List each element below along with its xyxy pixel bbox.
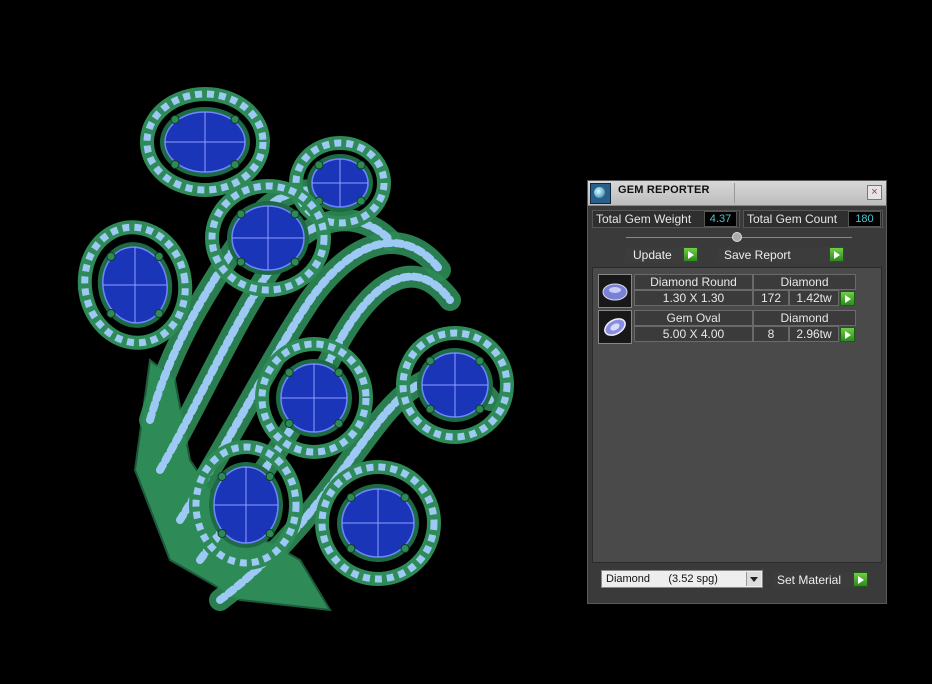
oval-gem-thumbnail [598,310,632,344]
save-report-button[interactable]: Save Report [717,247,845,263]
prong [265,472,275,481]
3d-viewport[interactable] [0,0,580,679]
gem-material-cell: Diamond [753,310,856,326]
prong [284,419,294,428]
prong [290,257,300,267]
prong [170,160,180,169]
titlebar-divider [734,183,735,203]
prong [217,472,227,481]
gem-weight-cell: 1.42tw [789,290,839,306]
gem-reporter-icon [590,183,611,204]
slider-handle[interactable] [732,232,742,242]
set-material-button[interactable]: Set Material [773,572,869,588]
save-report-button-label: Save Report [724,248,791,262]
select-gems-icon[interactable] [840,291,855,306]
prong [236,209,246,219]
set-material-go-icon[interactable] [853,572,868,587]
set-material-button-label: Set Material [777,573,842,587]
prong [400,544,410,553]
prong [106,252,116,261]
close-icon[interactable]: × [867,185,882,200]
gem-shape-cell: Diamond Round [634,274,753,290]
gem-reporter-panel: GEM REPORTER × Total Gem Weight 4.37 Tot… [587,180,887,604]
prong [475,356,485,366]
jewelry-model[interactable] [0,0,580,679]
update-button[interactable]: Update [625,247,699,263]
prong [425,404,435,414]
prong [334,368,344,377]
prong [356,196,366,206]
gem-weight-cell: 2.96tw [789,326,839,342]
total-weight-label: Total Gem Weight [596,212,692,226]
oval-gem-icon [604,318,626,336]
prong [284,368,294,377]
total-count-label: Total Gem Count [747,212,838,226]
prong [154,309,164,318]
prong [356,160,366,170]
prong [230,115,240,124]
gem-count-cell: 172 [753,290,789,306]
prong [106,309,116,318]
gem-size-cell: 1.30 X 1.30 [634,290,753,306]
gem-row[interactable]: Diamond Round Diamond 1.30 X 1.30 172 1.… [598,274,856,308]
chevron-down-icon[interactable] [746,572,761,586]
panel-title: GEM REPORTER [618,184,710,196]
gem-size-cell: 5.00 X 4.00 [634,326,753,342]
gem-material-cell: Diamond [753,274,856,290]
total-count-value: 180 [848,211,881,227]
prong [170,115,180,124]
prong [346,544,356,553]
round-gem-icon [602,283,628,301]
gem-row[interactable]: Gem Oval Diamond 5.00 X 4.00 8 2.96tw [598,310,856,344]
prong [217,529,227,538]
prong [154,252,164,261]
save-report-go-icon[interactable] [829,247,844,262]
gem-shape-cell: Gem Oval [634,310,753,326]
gem-count-cell: 8 [753,326,789,342]
round-gem-thumbnail [598,274,632,308]
prong [346,493,356,502]
prong [475,404,485,414]
select-gems-icon[interactable] [840,327,855,342]
update-button-label: Update [633,248,672,262]
panel-titlebar[interactable]: GEM REPORTER × [588,181,886,206]
prong [230,160,240,169]
gem-list: Diamond Round Diamond 1.30 X 1.30 172 1.… [592,267,882,563]
prong [400,493,410,502]
material-select[interactable]: Diamond (3.52 spg) [601,570,763,588]
material-select-value: Diamond (3.52 spg) [606,573,718,585]
prong [290,209,300,219]
prong [314,160,324,170]
prong [265,529,275,538]
total-weight-value: 4.37 [704,211,737,227]
prong [236,257,246,267]
prong [425,356,435,366]
update-go-icon[interactable] [683,247,698,262]
prong [334,419,344,428]
